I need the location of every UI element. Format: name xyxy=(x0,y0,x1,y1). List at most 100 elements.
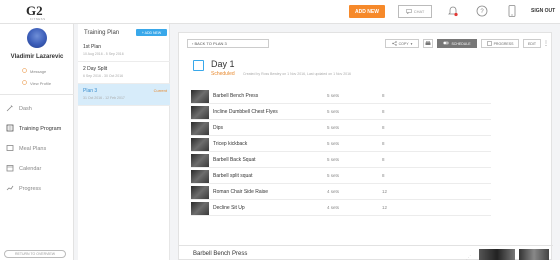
exercise-name: Barbell Bench Press xyxy=(213,93,259,99)
left-sidebar: Vladimir Lazarevic Message View Profile … xyxy=(0,24,74,260)
plan-dates: 31 Oct 2016 - 12 Feb 2017 xyxy=(83,96,125,100)
sidebar-item-meal-plans[interactable]: Meal Plans xyxy=(6,144,46,154)
progress-button[interactable]: PROGRESS xyxy=(481,39,519,48)
sidebar-item-label: Progress xyxy=(19,186,42,192)
exercise-detail-title: Barbell Bench Press xyxy=(193,251,248,257)
resize-grip-icon[interactable]: ⋰ xyxy=(466,255,471,260)
exercise-row[interactable]: Roman Chair Side Raise 4 sets 12 xyxy=(191,185,491,200)
sidebar-divider xyxy=(0,94,74,95)
chat-button[interactable]: CHAT xyxy=(398,5,432,18)
sidebar-item-training-program[interactable]: Training Program xyxy=(6,124,61,134)
mobile-device-icon[interactable] xyxy=(505,4,519,18)
meal-plans-icon xyxy=(6,144,14,154)
exercise-name: Roman Chair Side Raise xyxy=(213,189,269,195)
profile-icon xyxy=(22,80,27,86)
sidebar-item-label: Training Program xyxy=(19,126,62,132)
exercise-thumbnail xyxy=(191,202,209,215)
exercise-name: Barbell Back Squat xyxy=(213,157,256,163)
exercise-sets: 4 sets xyxy=(327,205,340,210)
exercise-reps: 8 xyxy=(382,109,385,114)
plan-dates: 6 Sep 2016 - 30 Oct 2016 xyxy=(83,74,124,78)
exercise-thumbnail xyxy=(191,170,209,183)
plan-item-plan-3[interactable]: Plan 3 31 Oct 2016 - 12 Feb 2017 Current xyxy=(78,84,170,106)
exercise-sets: 5 sets xyxy=(327,157,340,162)
sidebar-item-label: Dash xyxy=(19,106,32,112)
exercise-name: Decline Sit Up xyxy=(213,205,245,211)
exercise-row[interactable]: Incline Dumbbell Chest Flyes 5 sets 8 xyxy=(191,105,491,120)
exercise-reps: 12 xyxy=(382,189,388,194)
edit-button[interactable]: EDIT xyxy=(523,39,541,48)
progress-icon xyxy=(6,184,14,194)
avatar[interactable] xyxy=(27,28,47,48)
schedule-label: SCHEDULE xyxy=(451,41,471,46)
exercise-name: Tricep kickback xyxy=(213,141,248,147)
plan-name: 1st Plan xyxy=(83,44,102,50)
share-icon xyxy=(391,40,397,47)
toggle-icon xyxy=(443,41,450,46)
plan-name: Plan 3 xyxy=(83,88,98,94)
sidebar-item-dash[interactable]: Dash xyxy=(6,104,32,114)
exercise-thumbnail xyxy=(191,154,209,167)
sidebar-item-label: Calendar xyxy=(19,166,42,172)
plan-item-2-day-split[interactable]: 2 Day Split 6 Sep 2016 - 30 Oct 2016 xyxy=(78,62,170,84)
exercise-row[interactable]: Tricep kickback 5 sets 8 xyxy=(191,137,491,152)
exercise-row[interactable]: Barbell Bench Press 5 sets 8 xyxy=(191,89,491,104)
exercise-reps: 8 xyxy=(382,93,385,98)
help-icon[interactable]: ? xyxy=(475,4,489,18)
print-button[interactable] xyxy=(423,39,433,48)
exercise-reps: 8 xyxy=(382,141,385,146)
exercise-sets: 5 sets xyxy=(327,93,340,98)
exercise-name: Barbell split squat xyxy=(213,173,253,179)
progress-chart-icon xyxy=(486,40,492,47)
view-profile-label: View Profile xyxy=(30,80,52,86)
chat-label: CHAT xyxy=(413,9,425,14)
plan-dates: 10 Aug 2016 - 5 Sep 2016 xyxy=(83,52,124,56)
back-to-plan-button[interactable]: ‹ BACK TO PLAN 3 xyxy=(187,39,269,48)
exercise-name: Incline Dumbbell Chest Flyes xyxy=(213,109,278,115)
message-label: Message xyxy=(30,68,47,74)
training-program-icon xyxy=(6,124,14,134)
more-options-icon[interactable]: ⋮ xyxy=(543,40,549,47)
schedule-button[interactable]: SCHEDULE xyxy=(437,39,477,48)
notifications-bell-icon[interactable] xyxy=(446,4,460,18)
progress-label: PROGRESS xyxy=(493,41,514,46)
message-icon xyxy=(22,68,27,74)
svg-text:?: ? xyxy=(480,9,484,15)
sidebar-item-progress[interactable]: Progress xyxy=(6,184,41,194)
copy-button[interactable]: COPY ▾ xyxy=(385,39,419,48)
exercise-thumbnail xyxy=(191,106,209,119)
sidebar-item-calendar[interactable]: Calendar xyxy=(6,164,41,174)
day-detail-panel: ‹ BACK TO PLAN 3 COPY ▾ SCHEDULE PROGRES… xyxy=(178,32,553,260)
view-profile-link[interactable]: View Profile xyxy=(22,80,51,86)
exercise-thumbnail xyxy=(191,122,209,135)
exercise-row[interactable]: Dips 5 sets 8 xyxy=(191,121,491,136)
exercise-sets: 4 sets xyxy=(327,189,340,194)
exercise-sets: 5 sets xyxy=(327,141,340,146)
exercise-reps: 8 xyxy=(382,173,385,178)
user-name: Vladimir Lazarevic xyxy=(10,54,64,60)
day-meta: Created by Ross Bewley on 1 Nov 2016, La… xyxy=(243,72,351,76)
day-complete-checkbox[interactable] xyxy=(193,60,204,71)
add-new-plan-button[interactable]: + ADD NEW xyxy=(136,29,167,36)
current-badge: Current xyxy=(153,88,167,93)
exercise-row[interactable]: Barbell split squat 5 sets 8 xyxy=(191,169,491,184)
exercise-row[interactable]: Decline Sit Up 4 sets 12 xyxy=(191,201,491,216)
top-bar: G2 FITNESS ADD NEW CHAT ? SIGN OUT xyxy=(0,0,560,24)
app-logo-subtitle: FITNESS xyxy=(30,17,46,21)
return-to-overview-button[interactable]: RETURN TO OVERVIEW xyxy=(4,250,66,258)
day-title: Day 1 xyxy=(211,59,235,69)
section-divider xyxy=(179,245,553,246)
chevron-down-icon: ▾ xyxy=(410,41,413,46)
chat-icon xyxy=(405,8,412,15)
plan-name: 2 Day Split xyxy=(83,66,108,72)
exercise-reps: 8 xyxy=(382,157,385,162)
plan-item-1st-plan[interactable]: 1st Plan 10 Aug 2016 - 5 Sep 2016 xyxy=(78,40,170,62)
exercise-reps: 8 xyxy=(382,125,385,130)
add-new-button[interactable]: ADD NEW xyxy=(349,5,385,18)
copy-label: COPY xyxy=(398,41,409,46)
sign-out-link[interactable]: SIGN OUT xyxy=(531,8,555,14)
exercise-thumbnail xyxy=(191,186,209,199)
exercise-row[interactable]: Barbell Back Squat 5 sets 8 xyxy=(191,153,491,168)
message-link[interactable]: Message xyxy=(22,68,46,74)
sidebar-item-label: Meal Plans xyxy=(19,146,47,152)
